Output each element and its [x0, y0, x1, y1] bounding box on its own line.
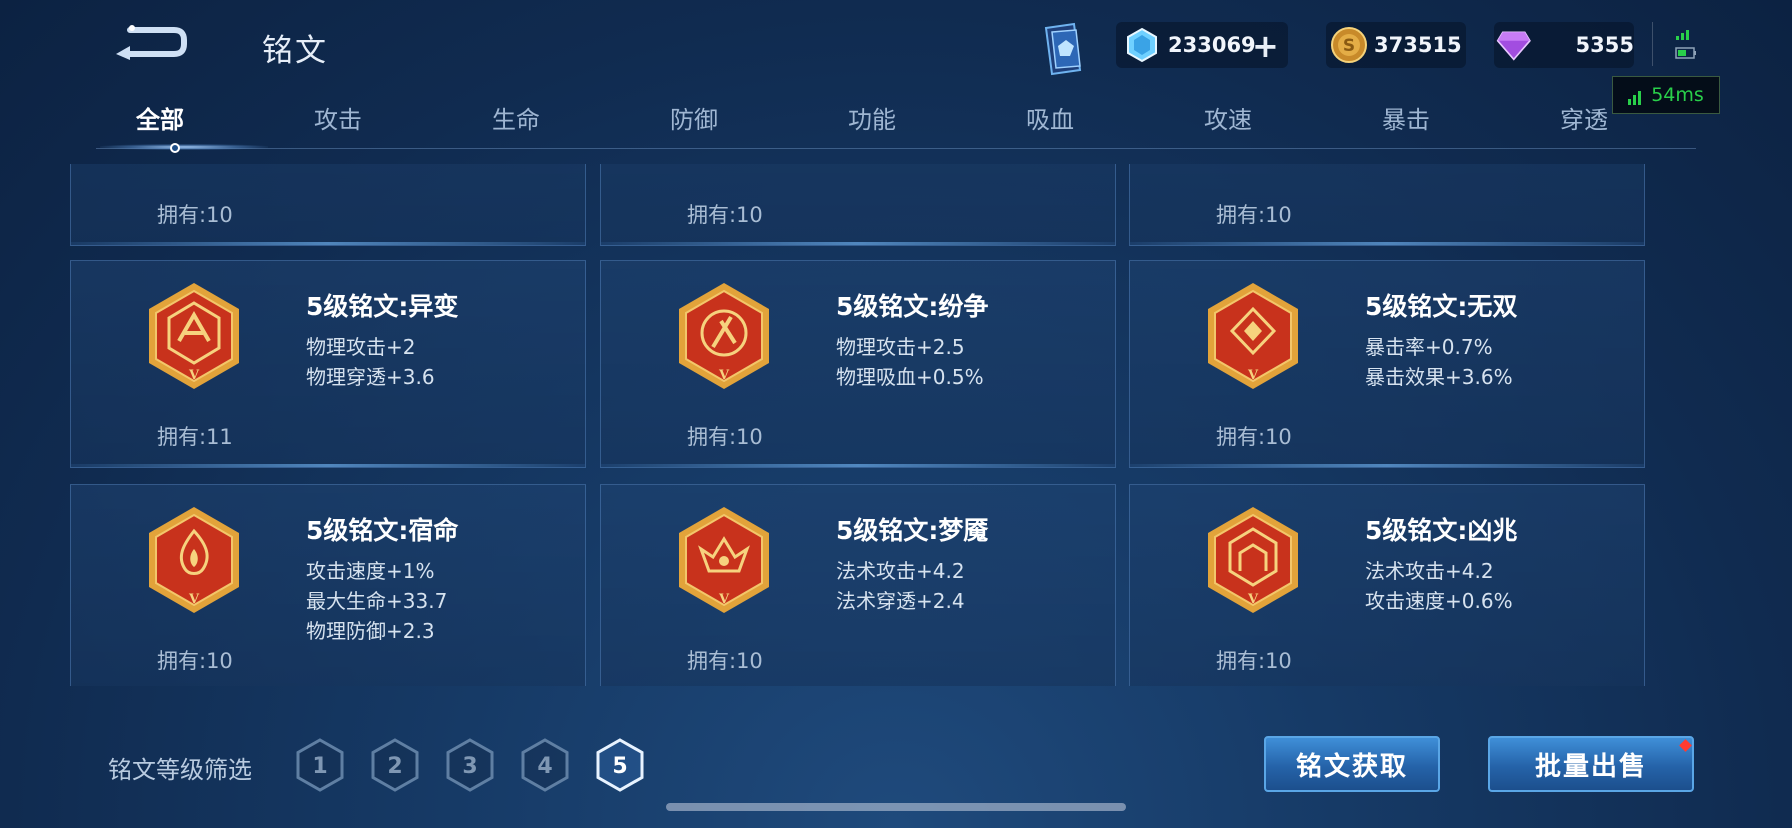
inscription-name: 5级铭文:纷争 [836, 292, 989, 321]
svg-text:V: V [718, 592, 730, 607]
gold-coin-icon: S [1331, 27, 1367, 63]
inscription-attribute: 法术穿透+2.4 [836, 589, 965, 613]
level-filter-1[interactable]: 1 [292, 737, 348, 793]
tab-health[interactable]: 生命 [456, 100, 576, 135]
owned-count: 拥有:10 [157, 649, 233, 673]
inscription-card-partial[interactable]: 拥有:10 [70, 164, 586, 246]
owned-count: 拥有:10 [1216, 203, 1292, 227]
tab-attack-speed[interactable]: 攻速 [1168, 100, 1288, 135]
svg-text:5: 5 [612, 754, 627, 779]
inscription-badge-icon: V [679, 507, 769, 613]
category-tabs: 全部 攻击 生命 防御 功能 吸血 攻速 暴击 穿透 [96, 100, 1696, 144]
owned-count: 拥有:10 [1216, 425, 1292, 449]
svg-text:V: V [188, 368, 200, 383]
svg-text:V: V [1247, 592, 1259, 607]
tab-penetration[interactable]: 穿透 [1524, 100, 1644, 135]
inscription-grid[interactable]: 拥有:10 拥有:10 拥有:10 V 5级铭文:异变 物理攻击+2 物理穿透+… [70, 164, 1648, 686]
svg-text:4: 4 [537, 754, 552, 779]
tab-attack[interactable]: 攻击 [278, 100, 398, 135]
level-filter-5[interactable]: 5 [592, 737, 648, 793]
inscription-attribute: 最大生命+33.7 [306, 589, 448, 613]
inscription-attribute: 暴击效果+3.6% [1365, 365, 1513, 389]
get-inscription-button[interactable]: 铭文获取 [1264, 736, 1440, 792]
gold-value: 373515 [1374, 33, 1462, 57]
inscription-attribute: 物理吸血+0.5% [836, 365, 984, 389]
tab-utility[interactable]: 功能 [812, 100, 932, 135]
active-tab-dot [170, 143, 180, 153]
owned-count: 拥有:10 [687, 425, 763, 449]
inscription-card[interactable]: V 5级铭文:凶兆 法术攻击+4.2 攻击速度+0.6% 拥有:10 [1129, 484, 1645, 686]
inscription-attribute: 法术攻击+4.2 [1365, 559, 1494, 583]
inscription-badge-icon: V [1208, 507, 1298, 613]
inscription-badge-icon: V [679, 283, 769, 389]
svg-text:V: V [718, 368, 730, 383]
inscription-card-partial[interactable]: 拥有:10 [1129, 164, 1645, 246]
inscription-badge-icon: V [149, 283, 239, 389]
level-filter-2[interactable]: 2 [367, 737, 423, 793]
inscription-attribute: 物理攻击+2.5 [836, 335, 965, 359]
inscription-attribute: 法术攻击+4.2 [836, 559, 965, 583]
inscription-card[interactable]: V 5级铭文:异变 物理攻击+2 物理穿透+3.6 拥有:11 [70, 260, 586, 468]
svg-text:1: 1 [312, 754, 327, 779]
level-filter-label: 铭文等级筛选 [108, 756, 252, 784]
level-filter-4[interactable]: 4 [517, 737, 573, 793]
inscription-name: 5级铭文:无双 [1365, 292, 1518, 321]
svg-text:V: V [1247, 368, 1259, 383]
svg-text:3: 3 [462, 754, 477, 779]
inscription-card[interactable]: V 5级铭文:无双 暴击率+0.7% 暴击效果+3.6% 拥有:10 [1129, 260, 1645, 468]
back-button[interactable] [112, 22, 190, 62]
inscription-card-icon[interactable] [1038, 22, 1088, 78]
inscription-card-partial[interactable]: 拥有:10 [600, 164, 1116, 246]
active-tab-indicator [100, 144, 268, 150]
home-indicator[interactable] [666, 803, 1126, 811]
inscription-card[interactable]: V 5级铭文:宿命 攻击速度+1% 最大生命+33.7 物理防御+2.3 拥有:… [70, 484, 586, 686]
header-divider [1652, 22, 1653, 66]
signal-battery-icon [1675, 30, 1696, 59]
inscription-attribute: 物理穿透+3.6 [306, 365, 435, 389]
inscription-attribute: 攻击速度+0.6% [1365, 589, 1513, 613]
svg-text:S: S [1343, 36, 1355, 56]
owned-count: 拥有:10 [157, 203, 233, 227]
inscription-card[interactable]: V 5级铭文:纷争 物理攻击+2.5 物理吸血+0.5% 拥有:10 [600, 260, 1116, 468]
diamond-value: 233069 [1168, 33, 1256, 57]
svg-text:V: V [188, 592, 200, 607]
owned-count: 拥有:10 [687, 649, 763, 673]
inscription-name: 5级铭文:宿命 [306, 516, 459, 545]
inscription-attribute: 攻击速度+1% [306, 559, 435, 583]
inscription-name: 5级铭文:凶兆 [1365, 516, 1518, 545]
page-title: 铭文 [262, 33, 328, 69]
add-diamond-button[interactable]: + [1252, 30, 1279, 62]
diamond-icon [1127, 27, 1157, 63]
owned-count: 拥有:11 [157, 425, 233, 449]
inscription-attribute: 暴击率+0.7% [1365, 335, 1493, 359]
inscription-attribute: 物理攻击+2 [306, 335, 416, 359]
inscription-badge-icon: V [1208, 283, 1298, 389]
owned-count: 拥有:10 [687, 203, 763, 227]
owned-count: 拥有:10 [1216, 649, 1292, 673]
inscription-attribute: 物理防御+2.3 [306, 619, 435, 643]
svg-text:2: 2 [387, 754, 402, 779]
tab-underline [96, 148, 1696, 149]
gold-balance: S 373515 [1326, 22, 1466, 68]
level-filter-3[interactable]: 3 [442, 737, 498, 793]
gem-balance: 5355 [1494, 22, 1634, 68]
inscription-name: 5级铭文:异变 [306, 292, 459, 321]
tab-critical[interactable]: 暴击 [1346, 100, 1466, 135]
batch-sell-button[interactable]: 批量出售 [1488, 736, 1694, 792]
purple-gem-icon [1496, 31, 1531, 61]
inscription-badge-icon: V [149, 507, 239, 613]
tab-all[interactable]: 全部 [100, 100, 220, 135]
inscription-name: 5级铭文:梦魇 [836, 516, 989, 545]
inscription-card[interactable]: V 5级铭文:梦魇 法术攻击+4.2 法术穿透+2.4 拥有:10 [600, 484, 1116, 686]
tab-lifesteal[interactable]: 吸血 [990, 100, 1110, 135]
tab-defense[interactable]: 防御 [634, 100, 754, 135]
gem-value: 5355 [1575, 33, 1634, 57]
